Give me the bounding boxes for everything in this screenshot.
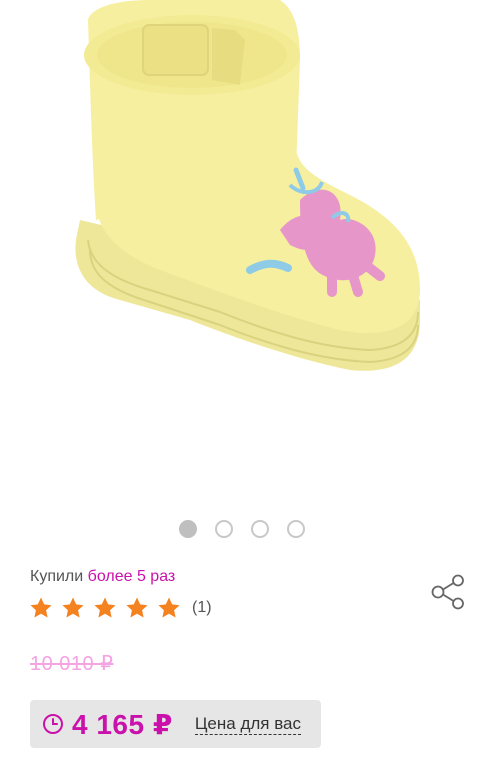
gallery-pagination: [0, 520, 483, 538]
purchase-count-value: более 5 раз: [87, 568, 176, 585]
clock-icon: [43, 714, 63, 734]
gallery-dot-1[interactable]: [178, 520, 197, 538]
price-note-link[interactable]: Цена для вас: [194, 714, 302, 735]
review-count[interactable]: (1): [192, 599, 212, 617]
star-icon: [158, 597, 180, 618]
share-icon[interactable]: [430, 574, 466, 610]
purchase-count-prefix: Купили: [30, 568, 84, 585]
product-image[interactable]: [0, 0, 483, 500]
price-box[interactable]: 4 165 ₽ Цена для вас: [30, 700, 321, 748]
gallery-dot-3[interactable]: [250, 520, 269, 538]
star-icon: [94, 597, 116, 618]
purchase-count: Купили более 5 раз: [30, 568, 175, 586]
star-icon: [62, 597, 84, 618]
boot-illustration: [75, 0, 420, 371]
product-rating[interactable]: (1): [28, 596, 212, 620]
gallery-dot-4[interactable]: [286, 520, 305, 538]
gallery-dot-2[interactable]: [214, 520, 233, 538]
current-price: 4 165 ₽: [72, 708, 173, 740]
old-price: 10 010 ₽: [30, 653, 114, 675]
star-icon: [30, 597, 52, 618]
star-icon: [126, 597, 148, 618]
